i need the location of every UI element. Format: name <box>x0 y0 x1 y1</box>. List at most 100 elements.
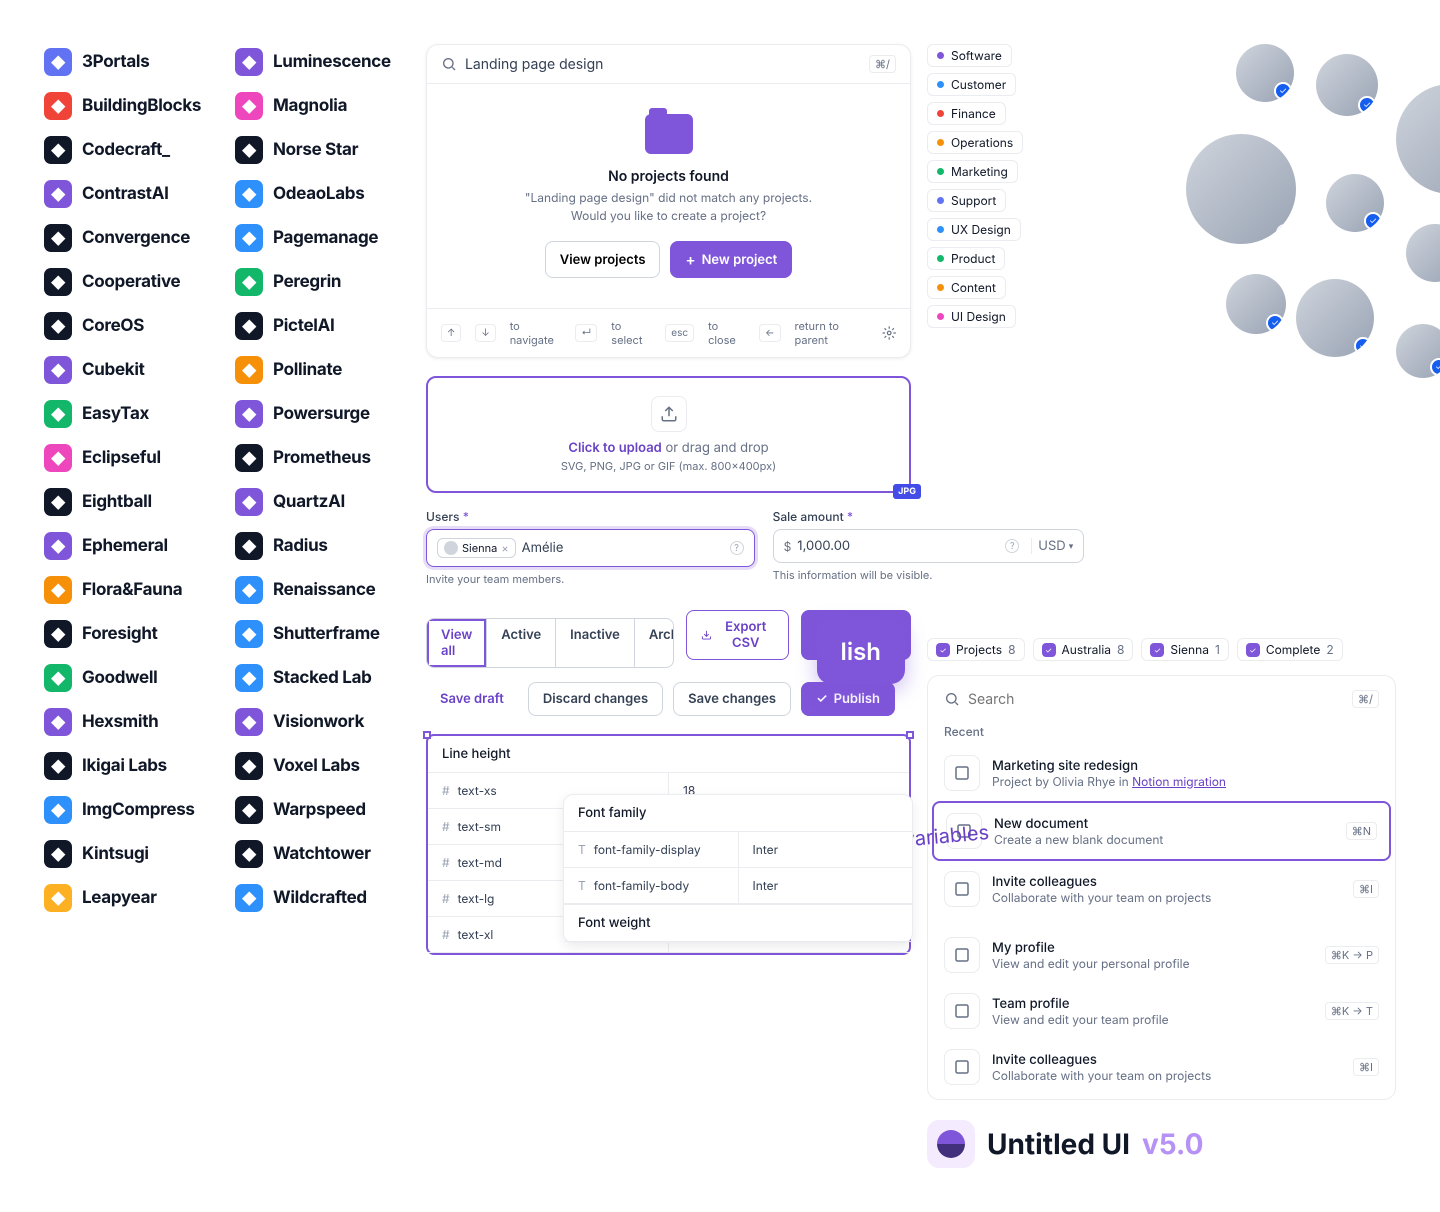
tag-ui-design[interactable]: UI Design <box>927 305 1016 328</box>
avatar[interactable]: ✓ <box>1186 134 1296 244</box>
tag-finance[interactable]: Finance <box>927 102 1006 125</box>
brand-coreos[interactable]: ◆CoreOS <box>44 308 219 344</box>
cmdk-item-new-document[interactable]: New documentCreate a new blank document⌘… <box>932 801 1391 861</box>
avatar[interactable]: ✓ <box>1406 224 1440 282</box>
help-icon[interactable]: ? <box>730 541 744 555</box>
cmdk-item-invite-colleagues[interactable]: Invite colleaguesCollaborate with your t… <box>932 1039 1391 1095</box>
brand-radius[interactable]: ◆Radius <box>235 528 410 564</box>
brand-cubekit[interactable]: ◆Cubekit <box>44 352 219 388</box>
export-csv-button[interactable]: Export CSV <box>686 610 789 660</box>
brand-easytax[interactable]: ◆EasyTax <box>44 396 219 432</box>
filter-chip-sienna[interactable]: ✓Sienna1 <box>1141 638 1228 661</box>
brand-wildcrafted[interactable]: ◆Wildcrafted <box>235 880 410 916</box>
brand-leapyear[interactable]: ◆Leapyear <box>44 880 219 916</box>
brand-florafauna[interactable]: ◆Flora&Fauna <box>44 572 219 608</box>
view-projects-button[interactable]: View projects <box>545 241 661 278</box>
avatar[interactable]: ✓ <box>1396 84 1440 194</box>
brand-buildingblocks[interactable]: ◆BuildingBlocks <box>44 88 219 124</box>
cmdk-item-my-profile[interactable]: My profileView and edit your personal pr… <box>932 927 1391 983</box>
brand-magnolia[interactable]: ◆Magnolia <box>235 88 410 124</box>
brand-kintsugi[interactable]: ◆Kintsugi <box>44 836 219 872</box>
verified-icon: ✓ <box>1266 314 1284 332</box>
brand-icon: ◆ <box>44 180 72 208</box>
users-input[interactable]: Sienna× ? <box>426 529 755 567</box>
enter-icon: ↵ <box>575 324 597 342</box>
filter-chip-projects[interactable]: ✓Projects8 <box>927 638 1025 661</box>
brand-voxellabs[interactable]: ◆Voxel Labs <box>235 748 410 784</box>
avatar[interactable]: ✓ <box>1316 54 1378 116</box>
brand-watchtower[interactable]: ◆Watchtower <box>235 836 410 872</box>
brand-convergence[interactable]: ◆Convergence <box>44 220 219 256</box>
brand-pagemanage[interactable]: ◆Pagemanage <box>235 220 410 256</box>
brand-luminescence[interactable]: ◆Luminescence <box>235 44 410 80</box>
brand-stackedlab[interactable]: ◆Stacked Lab <box>235 660 410 696</box>
brand-renaissance[interactable]: ◆Renaissance <box>235 572 410 608</box>
cmdk-item-marketing-site-redesign[interactable]: Marketing site redesignProject by Olivia… <box>932 745 1391 801</box>
upload-dropzone[interactable]: Click to upload or drag and drop SVG, PN… <box>426 376 911 493</box>
tag-marketing[interactable]: Marketing <box>927 160 1018 183</box>
brand-portals[interactable]: ◆3Portals <box>44 44 219 80</box>
avatar[interactable]: ✓ <box>1236 44 1294 102</box>
brand-cooperative[interactable]: ◆Cooperative <box>44 264 219 300</box>
brand-warpspeed[interactable]: ◆Warpspeed <box>235 792 410 828</box>
brand-icon: ◆ <box>44 664 72 692</box>
search-input[interactable] <box>465 56 861 73</box>
save-draft-button[interactable]: Save draft <box>426 682 518 716</box>
tag-product[interactable]: Product <box>927 247 1005 270</box>
user-plus-icon <box>944 1049 980 1085</box>
cmdk-search-input[interactable] <box>968 691 1344 708</box>
brand-contrastai[interactable]: ◆ContrastAI <box>44 176 219 212</box>
brand-pictelai[interactable]: ◆PictelAI <box>235 308 410 344</box>
brand-hexsmith[interactable]: ◆Hexsmith <box>44 704 219 740</box>
brand-eclipseful[interactable]: ◆Eclipseful <box>44 440 219 476</box>
brand-icon: ◆ <box>235 444 263 472</box>
gear-icon[interactable] <box>882 325 896 341</box>
brand-norsestar[interactable]: ◆Norse Star <box>235 132 410 168</box>
brand-goodwell[interactable]: ◆Goodwell <box>44 660 219 696</box>
file-type-badge: JPG <box>893 484 921 499</box>
avatar[interactable]: ✓ <box>1296 279 1374 357</box>
brand-icon: ◆ <box>44 312 72 340</box>
brand-quartzai[interactable]: ◆QuartzAI <box>235 484 410 520</box>
brand-imgcompress[interactable]: ◆ImgCompress <box>44 792 219 828</box>
tag-operations[interactable]: Operations <box>927 131 1023 154</box>
tag-customer[interactable]: Customer <box>927 73 1016 96</box>
segment-inactive[interactable]: Inactive <box>556 619 635 667</box>
cmdk-item-invite-colleagues[interactable]: Invite colleaguesCollaborate with your t… <box>932 861 1391 917</box>
brand-odeaolabs[interactable]: ◆OdeaoLabs <box>235 176 410 212</box>
new-project-button[interactable]: +New project <box>670 241 792 278</box>
segment-view-all[interactable]: View all <box>427 619 487 667</box>
brand-ikigailabs[interactable]: ◆Ikigai Labs <box>44 748 219 784</box>
tag-support[interactable]: Support <box>927 189 1006 212</box>
cmdk-item-team-profile[interactable]: Team profileView and edit your team prof… <box>932 983 1391 1039</box>
avatar[interactable]: ✓ <box>1396 324 1440 378</box>
brand-peregrin[interactable]: ◆Peregrin <box>235 264 410 300</box>
tag-software[interactable]: Software <box>927 44 1012 67</box>
brand-pollinate[interactable]: ◆Pollinate <box>235 352 410 388</box>
brand-ephemeral[interactable]: ◆Ephemeral <box>44 528 219 564</box>
brand-icon: ◆ <box>235 400 263 428</box>
brand-icon: ◆ <box>235 708 263 736</box>
brand-eightball[interactable]: ◆Eightball <box>44 484 219 520</box>
arrow-up-icon: ↑ <box>441 324 461 342</box>
avatar[interactable]: ✓ <box>1226 274 1286 334</box>
tag-ux-design[interactable]: UX Design <box>927 218 1021 241</box>
brand-powersurge[interactable]: ◆Powersurge <box>235 396 410 432</box>
segment-active[interactable]: Active <box>487 619 556 667</box>
brand-visionwork[interactable]: ◆Visionwork <box>235 704 410 740</box>
typography-panel[interactable]: Line height #text-xs18#text-sm#text-md#t… <box>426 734 911 955</box>
segment-archived[interactable]: Archived <box>635 619 674 667</box>
filter-chip-australia[interactable]: ✓Australia8 <box>1033 638 1134 661</box>
save-changes-button[interactable]: Save changes <box>673 682 791 716</box>
brand-icon: ◆ <box>44 532 72 560</box>
brand-prometheus[interactable]: ◆Prometheus <box>235 440 410 476</box>
folder-icon <box>944 755 980 791</box>
discard-button[interactable]: Discard changes <box>528 682 663 716</box>
avatar[interactable]: ✓ <box>1326 174 1384 232</box>
publish-button[interactable]: ✓Publish <box>801 682 895 716</box>
filter-chip-complete[interactable]: ✓Complete2 <box>1237 638 1343 661</box>
brand-foresight[interactable]: ◆Foresight <box>44 616 219 652</box>
brand-codecraft[interactable]: ◆Codecraft_ <box>44 132 219 168</box>
brand-shutterframe[interactable]: ◆Shutterframe <box>235 616 410 652</box>
tag-content[interactable]: Content <box>927 276 1006 299</box>
